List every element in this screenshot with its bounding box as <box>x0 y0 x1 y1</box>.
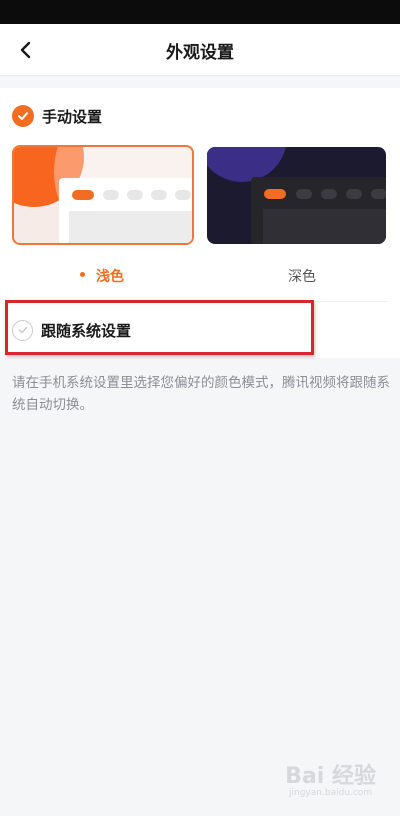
watermark: Bai 经验 jingyan.baidu.com <box>285 758 376 798</box>
manual-setting-option[interactable]: 手动设置 <box>12 104 102 128</box>
light-theme-preview[interactable] <box>12 145 194 245</box>
selected-dot <box>80 272 85 277</box>
appearance-card: 手动设置 浅色 深色 跟随系统设置 <box>0 88 400 358</box>
follow-system-label: 跟随系统设置 <box>41 321 132 340</box>
nav-bar: 外观设置 <box>0 24 400 76</box>
unchecked-circle-icon <box>12 319 33 341</box>
light-theme-label[interactable]: 浅色 <box>96 266 124 286</box>
watermark-url: jingyan.baidu.com <box>289 788 373 798</box>
dark-theme-label[interactable]: 深色 <box>288 266 316 286</box>
manual-setting-label: 手动设置 <box>42 107 103 126</box>
follow-system-description: 请在手机系统设置里选择您偏好的颜色模式，腾讯视频将跟随系统自动切换。 <box>12 375 390 413</box>
watermark-logo: Bai 经验 <box>285 764 376 789</box>
dark-theme-preview[interactable] <box>207 147 386 244</box>
page-title: 外观设置 <box>166 43 234 63</box>
follow-system-option[interactable]: 跟随系统设置 <box>12 318 131 342</box>
status-bar <box>0 0 400 24</box>
checked-circle-icon <box>12 105 34 127</box>
preview-window <box>59 178 192 243</box>
preview-window <box>251 177 386 244</box>
divider <box>12 301 388 302</box>
